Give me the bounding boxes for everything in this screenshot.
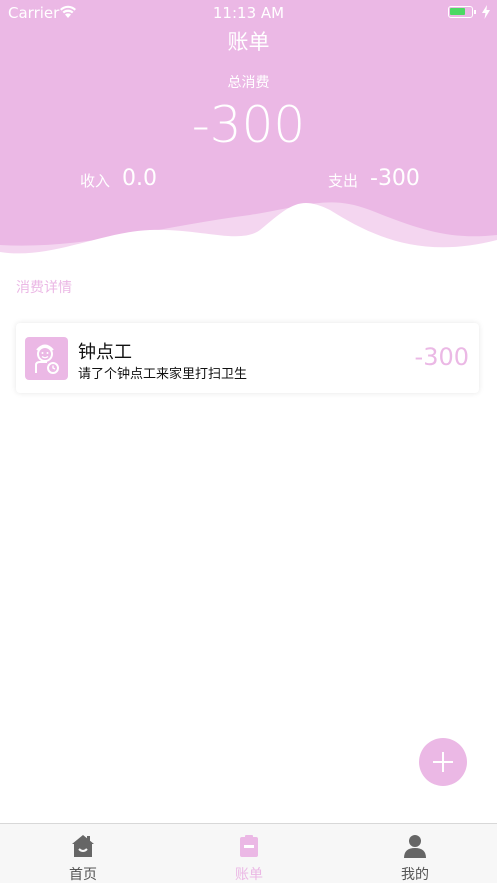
record-title: 钟点工 — [78, 342, 132, 363]
person-icon — [404, 835, 426, 858]
tab-bill-label: 账单 — [235, 867, 263, 883]
charging-icon — [482, 5, 490, 19]
bill-icon — [240, 835, 258, 857]
tab-home-label: 首页 — [69, 867, 97, 883]
page-title: 账单 — [227, 30, 270, 54]
home-icon — [72, 835, 94, 857]
tab-bar: 首页 账单 我的 — [0, 823, 497, 883]
income-label: 收入 — [80, 172, 111, 190]
record-item[interactable]: 钟点工 请了个钟点工来家里打扫卫生 -300 — [16, 323, 479, 393]
tab-mine-label: 我的 — [401, 867, 429, 883]
section-title: 消费详情 — [16, 280, 72, 296]
wave-decoration — [0, 202, 497, 265]
clock: 11:13 AM — [212, 4, 285, 22]
status-bar: Carrier 11:13 AM — [0, 0, 497, 26]
plus-icon — [433, 752, 453, 772]
income-value: 0.0 — [122, 166, 157, 191]
expense-value: -300 — [370, 166, 420, 191]
tab-mine[interactable]: 我的 — [332, 824, 497, 883]
total-label: 总消费 — [227, 75, 270, 91]
tab-home[interactable]: 首页 — [0, 824, 166, 883]
housekeeper-icon — [25, 337, 68, 380]
record-amount: -300 — [414, 343, 469, 371]
total-value: -300 — [191, 96, 306, 154]
expense-label: 支出 — [328, 172, 359, 190]
battery-icon — [448, 6, 476, 18]
add-record-button[interactable] — [419, 738, 467, 786]
record-description: 请了个钟点工来家里打扫卫生 — [78, 367, 248, 382]
tab-bill[interactable]: 账单 — [166, 824, 332, 883]
header: Carrier 11:13 AM 账单 总消费 -300 收入 0.0 支出 -… — [0, 0, 497, 265]
